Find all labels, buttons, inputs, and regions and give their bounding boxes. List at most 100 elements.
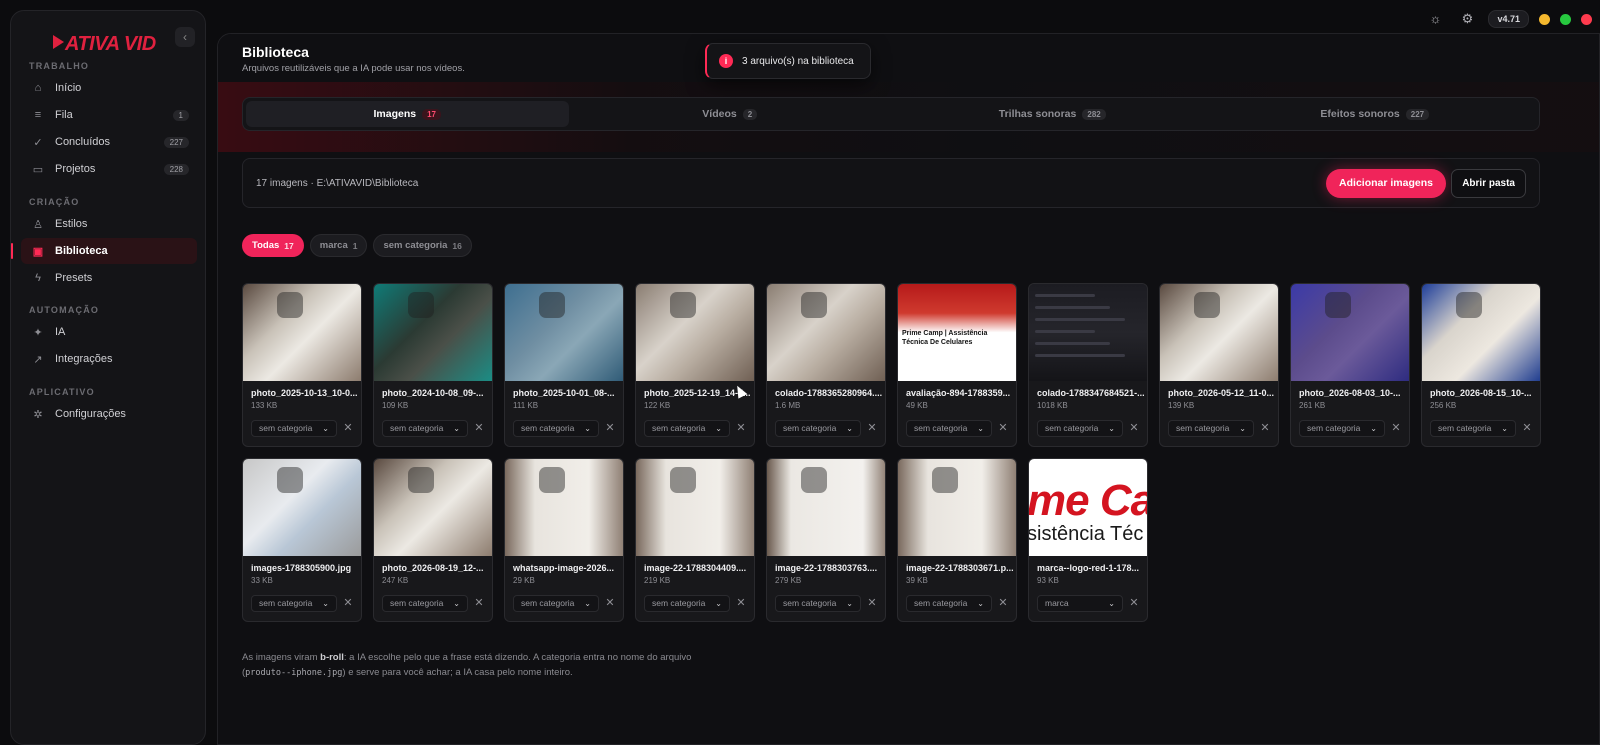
category-select[interactable]: sem categoria ⌄ <box>1037 420 1123 437</box>
image-card[interactable]: images-1788305900.jpg 33 KB sem categoria ⌄… <box>242 458 362 622</box>
remove-image-icon[interactable]: ✕ <box>1389 420 1403 437</box>
category-select[interactable]: sem categoria ⌄ <box>251 420 337 437</box>
image-card[interactable]: photo_2025-10-13_10-0... 133 KB sem catego… <box>242 283 362 447</box>
image-thumbnail[interactable]: me Ca sistência Téc <box>1029 459 1147 556</box>
image-thumbnail[interactable] <box>767 284 885 381</box>
category-select[interactable]: sem categoria ⌄ <box>1430 420 1516 437</box>
tab-trilhassonoras[interactable]: Trilhas sonoras 282 <box>891 101 1214 127</box>
category-select[interactable]: sem categoria ⌄ <box>1299 420 1385 437</box>
image-thumbnail[interactable] <box>243 459 361 556</box>
remove-image-icon[interactable]: ✕ <box>1127 595 1141 612</box>
category-select[interactable]: sem categoria ⌄ <box>513 595 599 612</box>
image-thumbnail[interactable] <box>1422 284 1540 381</box>
tab-efeitossonoros[interactable]: Efeitos sonoros 227 <box>1214 101 1537 127</box>
category-select[interactable]: sem categoria ⌄ <box>382 420 468 437</box>
phone-camera-shape <box>1194 292 1220 318</box>
add-images-button[interactable]: Adicionar imagens <box>1326 169 1446 198</box>
category-select[interactable]: sem categoria ⌄ <box>906 420 992 437</box>
remove-image-icon[interactable]: ✕ <box>341 595 355 612</box>
image-card[interactable]: image-22-1788303671.p... 39 KB sem categor… <box>897 458 1017 622</box>
image-card[interactable]: image-22-1788304409.... 219 KB sem categor… <box>635 458 755 622</box>
image-thumbnail[interactable]: Prime Camp | Assistência Técnica De Celu… <box>898 284 1016 381</box>
remove-image-icon[interactable]: ✕ <box>734 595 748 612</box>
category-select-value: sem categoria <box>914 598 968 608</box>
sidebar-item-estilos[interactable]: ♙ Estilos <box>21 211 197 237</box>
image-thumbnail[interactable] <box>898 459 1016 556</box>
remove-image-icon[interactable]: ✕ <box>472 595 486 612</box>
image-thumbnail[interactable] <box>505 459 623 556</box>
filter-chip-sem-categoria[interactable]: sem categoria 16 <box>373 234 472 257</box>
category-select[interactable]: sem categoria ⌄ <box>775 420 861 437</box>
sidebar-item-incio[interactable]: ⌂ Início <box>21 75 197 101</box>
image-thumbnail[interactable] <box>374 459 492 556</box>
image-card[interactable]: Prime Camp | Assistência Técnica De Celu… <box>897 283 1017 447</box>
image-thumbnail[interactable] <box>374 284 492 381</box>
image-card[interactable]: photo_2026-08-15_10-... 256 KB sem categor… <box>1421 283 1541 447</box>
remove-image-icon[interactable]: ✕ <box>1258 420 1272 437</box>
sidebar-item-fila[interactable]: ≡ Fila 1 <box>21 102 197 128</box>
remove-image-icon[interactable]: ✕ <box>734 420 748 437</box>
image-card[interactable]: photo_2026-08-19_12-... 247 KB sem categor… <box>373 458 493 622</box>
image-card[interactable]: whatsapp-image-2026... 29 KB sem categoria… <box>504 458 624 622</box>
sidebar-item-ia[interactable]: ✦ IA <box>21 319 197 345</box>
sidebar-item-presets[interactable]: ϟ Presets <box>21 265 197 291</box>
remove-image-icon[interactable]: ✕ <box>865 420 879 437</box>
sidebar-item-biblioteca[interactable]: ▣ Biblioteca <box>11 238 197 264</box>
filter-chip-Todas[interactable]: Todas 17 <box>242 234 304 257</box>
remove-image-icon[interactable]: ✕ <box>341 420 355 437</box>
remove-image-icon[interactable]: ✕ <box>865 595 879 612</box>
remove-image-icon[interactable]: ✕ <box>996 420 1010 437</box>
chevron-down-icon: ⌄ <box>846 599 853 608</box>
filter-chip-marca[interactable]: marca 1 <box>309 234 368 257</box>
folder-icon: ▭ <box>32 163 44 176</box>
image-thumbnail[interactable] <box>1160 284 1278 381</box>
sidebar-item-projetos[interactable]: ▭ Projetos 228 <box>21 156 197 182</box>
remove-image-icon[interactable]: ✕ <box>996 595 1010 612</box>
tab-vdeos[interactable]: Vídeos 2 <box>569 101 892 127</box>
image-card[interactable]: me Ca sistência Téc marca--logo-red-1-178.… <box>1028 458 1148 622</box>
filter-count: 1 <box>352 240 358 251</box>
category-select[interactable]: sem categoria ⌄ <box>1168 420 1254 437</box>
category-select[interactable]: sem categoria ⌄ <box>382 595 468 612</box>
remove-image-icon[interactable]: ✕ <box>1127 420 1141 437</box>
tab-imagens[interactable]: Imagens 17 <box>246 101 569 127</box>
minimize-button[interactable] <box>1539 13 1550 25</box>
image-card[interactable]: photo_2024-10-08_09-... 109 KB sem categor… <box>373 283 493 447</box>
remove-image-icon[interactable]: ✕ <box>472 420 486 437</box>
category-select[interactable]: sem categoria ⌄ <box>644 420 730 437</box>
category-select[interactable]: sem categoria ⌄ <box>513 420 599 437</box>
theme-toggle-icon[interactable]: ☼ <box>1424 8 1446 30</box>
image-thumbnail[interactable] <box>1291 284 1409 381</box>
image-card[interactable]: photo_2025-10-01_08-... 111 KB sem categor… <box>504 283 624 447</box>
gear-icon[interactable]: ⚙ <box>1456 8 1478 30</box>
remove-image-icon[interactable]: ✕ <box>1520 420 1534 437</box>
image-card[interactable]: photo_2026-05-12_11-0... 139 KB sem catego… <box>1159 283 1279 447</box>
image-thumbnail[interactable] <box>243 284 361 381</box>
sidebar-item-configuraes[interactable]: ✲ Configurações <box>21 401 197 427</box>
category-select[interactable]: sem categoria ⌄ <box>644 595 730 612</box>
maximize-button[interactable] <box>1560 13 1571 25</box>
category-select[interactable]: sem categoria ⌄ <box>251 595 337 612</box>
image-card[interactable]: photo_2025-12-19_14-5... 122 KB sem catego… <box>635 283 755 447</box>
remove-image-icon[interactable]: ✕ <box>603 595 617 612</box>
image-thumbnail[interactable] <box>636 459 754 556</box>
sidebar-item-integraes[interactable]: ↗ Integrações <box>21 346 197 372</box>
app-logo: ATIVA VID <box>53 33 156 56</box>
collapse-sidebar-button[interactable]: ‹ <box>175 27 195 47</box>
category-select[interactable]: sem categoria ⌄ <box>775 595 861 612</box>
close-button[interactable] <box>1581 13 1592 25</box>
image-card[interactable]: colado-1788365280964.... 1.6 MB sem catego… <box>766 283 886 447</box>
image-thumbnail[interactable] <box>767 459 885 556</box>
image-thumbnail[interactable] <box>1029 284 1147 381</box>
image-thumbnail[interactable] <box>505 284 623 381</box>
image-thumbnail[interactable] <box>636 284 754 381</box>
image-card[interactable]: colado-1788347684521-... 1018 KB sem categ… <box>1028 283 1148 447</box>
sidebar-item-concludos[interactable]: ✓ Concluídos 227 <box>21 129 197 155</box>
sidebar-item-count: 228 <box>163 163 189 175</box>
image-card[interactable]: image-22-1788303763.... 279 KB sem categor… <box>766 458 886 622</box>
remove-image-icon[interactable]: ✕ <box>603 420 617 437</box>
image-card[interactable]: photo_2026-08-03_10-... 261 KB sem categor… <box>1290 283 1410 447</box>
category-select[interactable]: sem categoria ⌄ <box>906 595 992 612</box>
category-select[interactable]: marca ⌄ <box>1037 595 1123 612</box>
open-folder-button[interactable]: Abrir pasta <box>1451 169 1526 198</box>
